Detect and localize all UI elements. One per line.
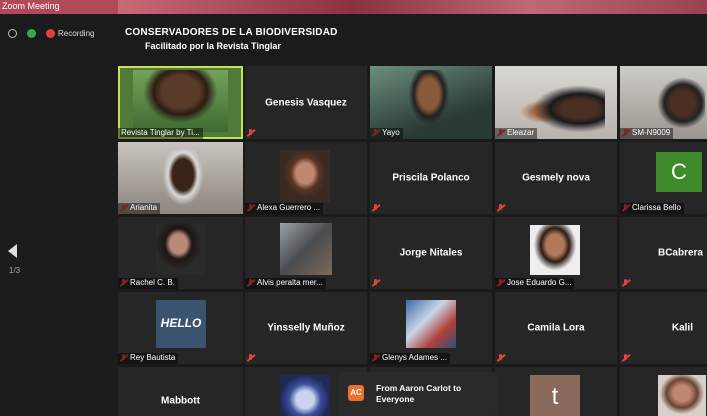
previous-page-arrow-icon[interactable] bbox=[8, 244, 17, 258]
video-tile[interactable]: Glenys Adames ... bbox=[370, 292, 492, 364]
muted-mic-icon bbox=[372, 204, 379, 212]
recording-label[interactable]: Recording bbox=[58, 29, 94, 38]
meeting-topbar bbox=[0, 14, 707, 66]
video-tile[interactable]: Yinsselly Muñoz bbox=[245, 292, 367, 364]
video-tile[interactable]: t bbox=[495, 367, 617, 416]
participant-video bbox=[158, 150, 208, 212]
photo-caption: HELLO bbox=[160, 316, 202, 330]
video-tile[interactable]: Jorge Nitales bbox=[370, 217, 492, 289]
participant-name: Priscila Polanco bbox=[392, 172, 470, 184]
left-gutter bbox=[0, 66, 118, 416]
window-titlebar: Zoom Meeting bbox=[0, 0, 707, 14]
video-tile[interactable]: Priscila Polanco bbox=[370, 142, 492, 214]
video-tile[interactable]: Kalil bbox=[620, 292, 707, 364]
recording-dot-icon[interactable] bbox=[46, 29, 55, 38]
participant-name: Glenys Adames ... bbox=[370, 353, 450, 364]
muted-mic-icon bbox=[247, 129, 254, 137]
muted-mic-icon bbox=[372, 279, 379, 287]
participant-photo bbox=[280, 223, 332, 275]
participant-name: Clarissa Bello bbox=[620, 203, 684, 214]
participant-name: Gesmely nova bbox=[522, 172, 590, 184]
participant-photo bbox=[658, 375, 706, 416]
video-tile[interactable]: Mabbott bbox=[118, 367, 243, 416]
participant-name: Eleazar bbox=[495, 128, 538, 139]
participant-name: Rachel C. B. bbox=[118, 278, 178, 289]
participant-video bbox=[650, 76, 705, 136]
participant-name: Kalil bbox=[671, 322, 693, 334]
participant-photo bbox=[280, 375, 330, 416]
participant-name: Alexa Guerrero ... bbox=[245, 203, 324, 214]
participant-name: BCabrera bbox=[657, 247, 703, 259]
video-tile[interactable]: Alvis peralta mer... bbox=[245, 217, 367, 289]
participant-name: SM-N9009 bbox=[620, 128, 674, 139]
titlebar-banner bbox=[118, 0, 707, 14]
video-tile[interactable]: C Clarissa Bello bbox=[620, 142, 707, 214]
participant-video bbox=[405, 70, 453, 130]
video-tile[interactable] bbox=[620, 367, 707, 416]
participant-name: Jose Eduardo G... bbox=[495, 278, 575, 289]
participant-video bbox=[133, 70, 228, 132]
participant-name: Mabbott bbox=[161, 395, 200, 407]
participant-name: Yinsselly Muñoz bbox=[267, 322, 345, 334]
video-tile[interactable]: Rachel C. B. bbox=[118, 217, 243, 289]
security-shield-icon[interactable] bbox=[27, 29, 36, 38]
participant-photo bbox=[530, 225, 580, 275]
participant-name: Yayo bbox=[370, 128, 403, 139]
participant-name: Arianita bbox=[118, 203, 161, 214]
video-tile[interactable]: Jose Eduardo G... bbox=[495, 217, 617, 289]
participant-name: Jorge Nitales bbox=[399, 247, 463, 259]
video-tile[interactable]: Revista Tinglar by Ti... bbox=[118, 66, 243, 139]
video-tile[interactable]: Arianita bbox=[118, 142, 243, 214]
chat-message-preview: From Aaron Carlot to Everyone bbox=[376, 383, 462, 404]
page-indicator: 1/3 bbox=[9, 266, 21, 275]
video-tile[interactable]: SM-N9009 bbox=[620, 66, 707, 139]
info-icon[interactable] bbox=[8, 29, 17, 38]
muted-mic-icon bbox=[247, 354, 254, 362]
video-tile[interactable]: Genesis Vasquez bbox=[245, 66, 367, 139]
participant-name: Genesis Vasquez bbox=[265, 97, 347, 108]
video-tile[interactable]: HELLO Rey Bautista bbox=[118, 292, 243, 364]
muted-mic-icon bbox=[622, 354, 629, 362]
participant-name: Rey Bautista bbox=[118, 353, 179, 364]
chat-sender-avatar: AC bbox=[348, 385, 364, 401]
chat-notification[interactable]: AC From Aaron Carlot to Everyone bbox=[339, 372, 497, 416]
video-tile[interactable]: Eleazar bbox=[495, 66, 617, 139]
video-tile[interactable]: Gesmely nova bbox=[495, 142, 617, 214]
participant-name: Camila Lora bbox=[527, 322, 585, 334]
video-tile[interactable]: Yayo bbox=[370, 66, 492, 139]
video-tile[interactable]: Alexa Guerrero ... bbox=[245, 142, 367, 214]
participant-photo: HELLO bbox=[156, 300, 206, 348]
participant-avatar: C bbox=[656, 152, 702, 192]
muted-mic-icon bbox=[497, 354, 504, 362]
participant-name: Alvis peralta mer... bbox=[245, 278, 326, 289]
video-tile[interactable]: BCabrera bbox=[620, 217, 707, 289]
video-tile[interactable]: Camila Lora bbox=[495, 292, 617, 364]
participant-photo bbox=[280, 150, 330, 202]
participant-avatar: t bbox=[530, 375, 580, 416]
meeting-title: CONSERVADORES DE LA BIODIVERSIDAD bbox=[125, 27, 338, 38]
window-title: Zoom Meeting bbox=[2, 1, 60, 11]
meeting-subtitle: Facilitado por la Revista Tinglar bbox=[145, 41, 281, 51]
muted-mic-icon bbox=[497, 204, 504, 212]
participant-photo bbox=[156, 223, 206, 275]
muted-mic-icon bbox=[622, 279, 629, 287]
participant-name: Revista Tinglar by Ti... bbox=[118, 128, 203, 139]
participant-photo bbox=[406, 300, 456, 348]
